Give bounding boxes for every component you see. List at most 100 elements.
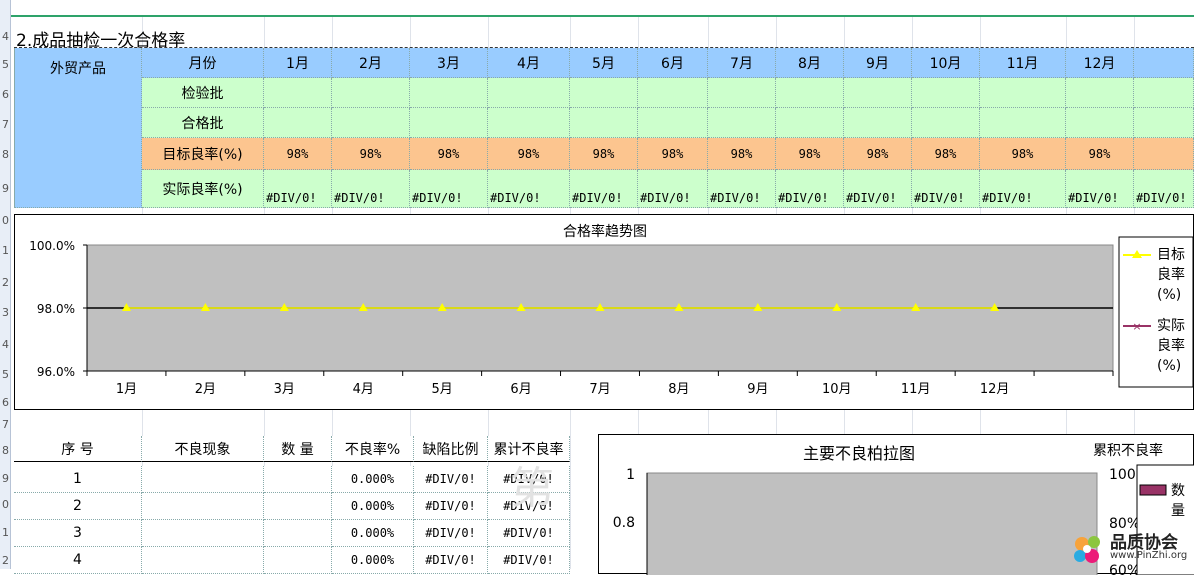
target-yield-cell[interactable]: 98%	[488, 138, 570, 170]
actual-yield-cell[interactable]: #DIV/0!	[488, 170, 570, 208]
defect-cell[interactable]	[264, 493, 332, 520]
actual-yield-cell[interactable]: #DIV/0!	[912, 170, 980, 208]
defect-cell[interactable]	[264, 466, 332, 493]
row-number[interactable]: 5	[0, 58, 11, 71]
month-header-cell[interactable]: 月份	[142, 48, 264, 78]
inspection-batch-cell[interactable]	[488, 78, 570, 108]
defect-cell[interactable]: 0.000%	[332, 547, 414, 574]
inspection-batch-cell[interactable]	[708, 78, 776, 108]
qualified-batch-cell[interactable]	[638, 108, 708, 138]
row-number[interactable]: 7	[0, 118, 11, 131]
row-label-actual-yield[interactable]: 实际良率(%)	[142, 170, 264, 208]
month-header-6[interactable]: 6月	[638, 48, 708, 78]
month-header-8[interactable]: 8月	[776, 48, 844, 78]
defect-cell[interactable]: #DIV/0!	[414, 466, 488, 493]
month-header-4[interactable]: 4月	[488, 48, 570, 78]
defect-cell[interactable]: 0.000%	[332, 466, 414, 493]
inspection-batch-cell[interactable]	[1066, 78, 1134, 108]
qualified-batch-cell[interactable]	[776, 108, 844, 138]
defect-cell[interactable]: 2	[14, 493, 142, 520]
month-header-1[interactable]: 1月	[264, 48, 332, 78]
qualified-batch-cell[interactable]	[912, 108, 980, 138]
actual-yield-cell[interactable]: #DIV/0!	[1066, 170, 1134, 208]
row-number[interactable]: 3	[0, 306, 11, 319]
row-number[interactable]: 6	[0, 88, 11, 101]
qualified-batch-cell[interactable]	[708, 108, 776, 138]
target-yield-cell[interactable]: 98%	[1066, 138, 1134, 170]
actual-yield-cell[interactable]: #DIV/0!	[776, 170, 844, 208]
target-yield-cell[interactable]: 98%	[844, 138, 912, 170]
target-yield-cell[interactable]: 98%	[264, 138, 332, 170]
defect-cell[interactable]: 1	[14, 466, 142, 493]
target-yield-cell[interactable]: 98%	[332, 138, 410, 170]
inspection-batch-cell[interactable]	[912, 78, 980, 108]
inspection-batch-cell[interactable]	[638, 78, 708, 108]
row-number[interactable]: 2	[0, 554, 11, 567]
target-yield-cell[interactable]: 98%	[638, 138, 708, 170]
actual-yield-cell[interactable]: #DIV/0!	[332, 170, 410, 208]
qualified-batch-cell[interactable]	[1066, 108, 1134, 138]
row-label-target-yield[interactable]: 目标良率(%)	[142, 138, 264, 170]
row-number[interactable]: 4	[0, 338, 11, 351]
qualified-batch-cell[interactable]	[1134, 108, 1194, 138]
qualified-batch-cell[interactable]	[410, 108, 488, 138]
defect-cell[interactable]	[142, 493, 264, 520]
row-number[interactable]: 5	[0, 368, 11, 381]
defect-cell[interactable]: 4	[14, 547, 142, 574]
defect-cell[interactable]	[264, 520, 332, 547]
target-yield-cell[interactable]: 98%	[410, 138, 488, 170]
row-number[interactable]: 9	[0, 472, 11, 485]
defect-cell[interactable]	[142, 547, 264, 574]
row-number[interactable]: 4	[0, 30, 11, 43]
inspection-batch-cell[interactable]	[264, 78, 332, 108]
qualified-batch-cell[interactable]	[844, 108, 912, 138]
row-number[interactable]: 9	[0, 182, 11, 195]
month-header-3[interactable]: 3月	[410, 48, 488, 78]
defect-cell[interactable]	[142, 466, 264, 493]
defect-cell[interactable]: #DIV/0!	[488, 520, 570, 547]
row-label-qualified-batches[interactable]: 合格批	[142, 108, 264, 138]
inspection-batch-cell[interactable]	[980, 78, 1066, 108]
month-header-extra[interactable]	[1134, 48, 1194, 78]
actual-yield-cell[interactable]: #DIV/0!	[410, 170, 488, 208]
qualified-batch-cell[interactable]	[570, 108, 638, 138]
row-number[interactable]: 0	[0, 214, 11, 227]
defect-cell[interactable]: #DIV/0!	[414, 520, 488, 547]
target-yield-cell[interactable]: 98%	[708, 138, 776, 170]
month-header-11[interactable]: 11月	[980, 48, 1066, 78]
target-yield-cell[interactable]: 98%	[912, 138, 980, 170]
defect-cell[interactable]	[264, 547, 332, 574]
inspection-batch-cell[interactable]	[332, 78, 410, 108]
defect-cell[interactable]: 3	[14, 520, 142, 547]
inspection-batch-cell[interactable]	[776, 78, 844, 108]
qualified-batch-cell[interactable]	[332, 108, 410, 138]
row-number[interactable]: 2	[0, 276, 11, 289]
month-header-5[interactable]: 5月	[570, 48, 638, 78]
row-number[interactable]: 8	[0, 148, 11, 161]
inspection-batch-cell[interactable]	[844, 78, 912, 108]
inspection-batch-cell[interactable]	[1134, 78, 1194, 108]
defect-header-0[interactable]: 序 号	[14, 436, 142, 462]
actual-yield-cell[interactable]: #DIV/0!	[980, 170, 1066, 208]
row-number[interactable]: 8	[0, 444, 11, 457]
category-cell[interactable]: 外贸产品	[14, 48, 142, 208]
target-yield-cell[interactable]: 98%	[570, 138, 638, 170]
month-header-10[interactable]: 10月	[912, 48, 980, 78]
actual-yield-cell[interactable]: #DIV/0!	[264, 170, 332, 208]
inspection-batch-cell[interactable]	[410, 78, 488, 108]
row-label-inspection-batches[interactable]: 检验批	[142, 78, 264, 108]
defect-cell[interactable]: 0.000%	[332, 493, 414, 520]
actual-yield-cell[interactable]: #DIV/0!	[638, 170, 708, 208]
actual-yield-cell[interactable]: #DIV/0!	[844, 170, 912, 208]
row-number[interactable]: 6	[0, 396, 11, 409]
defect-header-2[interactable]: 数 量	[264, 436, 332, 462]
actual-yield-cell[interactable]: #DIV/0!	[708, 170, 776, 208]
month-header-2[interactable]: 2月	[332, 48, 410, 78]
month-header-12[interactable]: 12月	[1066, 48, 1134, 78]
defect-cell[interactable]	[142, 520, 264, 547]
row-number[interactable]: 0	[0, 498, 11, 511]
qualified-batch-cell[interactable]	[980, 108, 1066, 138]
actual-yield-cell[interactable]: #DIV/0!	[1134, 170, 1194, 208]
defect-header-4[interactable]: 缺陷比例	[414, 436, 488, 462]
month-header-7[interactable]: 7月	[708, 48, 776, 78]
